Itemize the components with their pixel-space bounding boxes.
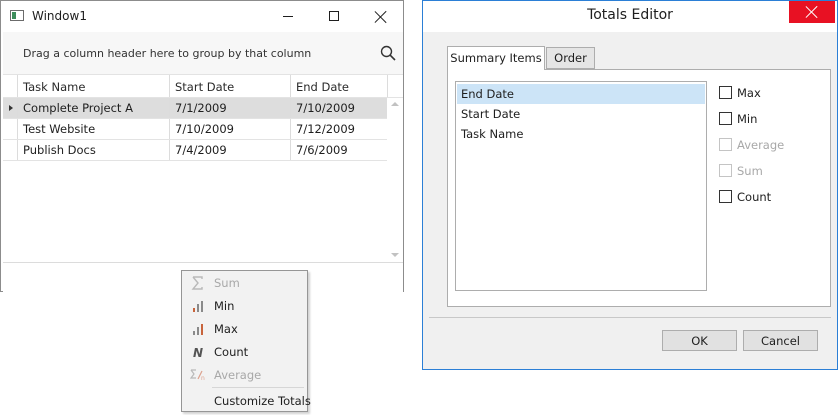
group-panel-hint: Drag a column header here to group by th… [23,47,312,60]
menu-item-label: Sum [214,276,240,290]
checkbox-label: Average [737,138,785,152]
column-header-start-date[interactable]: Start Date [169,75,290,97]
window1-title: Window1 [32,9,87,23]
table-row[interactable]: Complete Project A 7/1/2009 7/10/2009 [3,98,387,119]
menu-item-sum[interactable]: Sum [182,272,307,295]
menu-item-count[interactable]: N Count [182,341,307,364]
minimize-button[interactable] [265,1,311,32]
checkbox-box[interactable] [719,138,732,151]
checkbox-box[interactable] [719,164,732,177]
totals-context-menu: Sum Min Max N Count n Average Customize [181,270,311,413]
vertical-scrollbar[interactable] [387,98,403,262]
checkbox-label: Count [737,190,772,204]
column-header-row: Task Name Start Date End Date [3,74,403,98]
cell-end-date[interactable]: 7/6/2009 [290,140,387,160]
search-icon[interactable] [380,45,396,61]
checkbox-box[interactable] [719,190,732,203]
list-item[interactable]: End Date [457,84,705,104]
sum-checkbox[interactable]: Sum [719,163,838,181]
ok-button[interactable]: OK [662,330,737,351]
app-icon [10,10,24,21]
checkbox-label: Max [737,86,761,100]
checkbox-box[interactable] [719,112,732,125]
menu-item-average[interactable]: n Average [182,364,307,387]
menu-separator [212,387,304,388]
dialog-titlebar[interactable]: Totals Editor [423,1,837,32]
menu-item-max[interactable]: Max [182,318,307,341]
row-indicator-icon [9,105,13,111]
dialog-close-button[interactable] [789,1,835,23]
close-icon [805,5,819,19]
min-checkbox[interactable]: Min [719,111,838,129]
average-icon: n [190,369,205,382]
cell-end-date[interactable]: 7/10/2009 [290,98,387,118]
max-icon [193,324,203,335]
menu-item-min[interactable]: Min [182,295,307,318]
scroll-down-icon[interactable] [391,253,399,257]
group-panel[interactable]: Drag a column header here to group by th… [3,32,403,74]
menu-item-label: Average [214,368,262,382]
summary-items-list[interactable]: End Date Start Date Task Name [455,81,707,291]
count-icon: N [193,346,203,359]
list-item[interactable]: Start Date [457,104,705,124]
column-header-task-name[interactable]: Task Name [17,75,169,97]
dialog-separator [429,317,831,318]
dialog-title: Totals Editor [587,7,673,23]
checkbox-label: Sum [737,164,763,178]
sum-icon [191,276,203,290]
table-row[interactable]: Test Website 7/10/2009 7/12/2009 [3,119,387,140]
menu-item-customize-totals[interactable]: Customize Totals [182,390,311,413]
count-checkbox[interactable]: Count [719,189,838,207]
cell-task-name[interactable]: Complete Project A [17,98,169,118]
min-icon [193,301,203,312]
column-header-spacer [387,75,403,97]
menu-item-label: Customize Totals [214,394,311,408]
tab-order[interactable]: Order [546,47,595,69]
checkbox-label: Min [737,112,758,126]
average-checkbox[interactable]: Average [719,137,838,155]
window1: Window1 Drag a column header here to gro… [0,0,404,292]
totals-editor-dialog: Totals Editor Summary Items Order End Da… [422,0,838,370]
close-icon [374,10,388,24]
cell-start-date[interactable]: 7/1/2009 [169,98,290,118]
scroll-up-icon[interactable] [391,102,399,106]
cancel-button[interactable]: Cancel [743,330,818,351]
cell-task-name[interactable]: Test Website [17,119,169,139]
max-checkbox[interactable]: Max [719,85,838,103]
svg-text:N: N [193,346,203,359]
window1-titlebar[interactable]: Window1 [1,1,403,32]
table-row[interactable]: Publish Docs 7/4/2009 7/6/2009 [3,140,387,161]
svg-text:n: n [201,375,205,382]
menu-item-label: Min [214,299,235,313]
menu-item-label: Max [214,322,238,336]
cell-start-date[interactable]: 7/4/2009 [169,140,290,160]
checkbox-box[interactable] [719,86,732,99]
close-button[interactable] [357,1,403,32]
cell-end-date[interactable]: 7/12/2009 [290,119,387,139]
cell-start-date[interactable]: 7/10/2009 [169,119,290,139]
menu-item-label: Count [214,345,249,359]
tab-summary-items[interactable]: Summary Items [447,46,545,70]
cell-task-name[interactable]: Publish Docs [17,140,169,160]
column-header-end-date[interactable]: End Date [290,75,387,97]
list-item[interactable]: Task Name [457,124,705,144]
maximize-button[interactable] [311,1,357,32]
